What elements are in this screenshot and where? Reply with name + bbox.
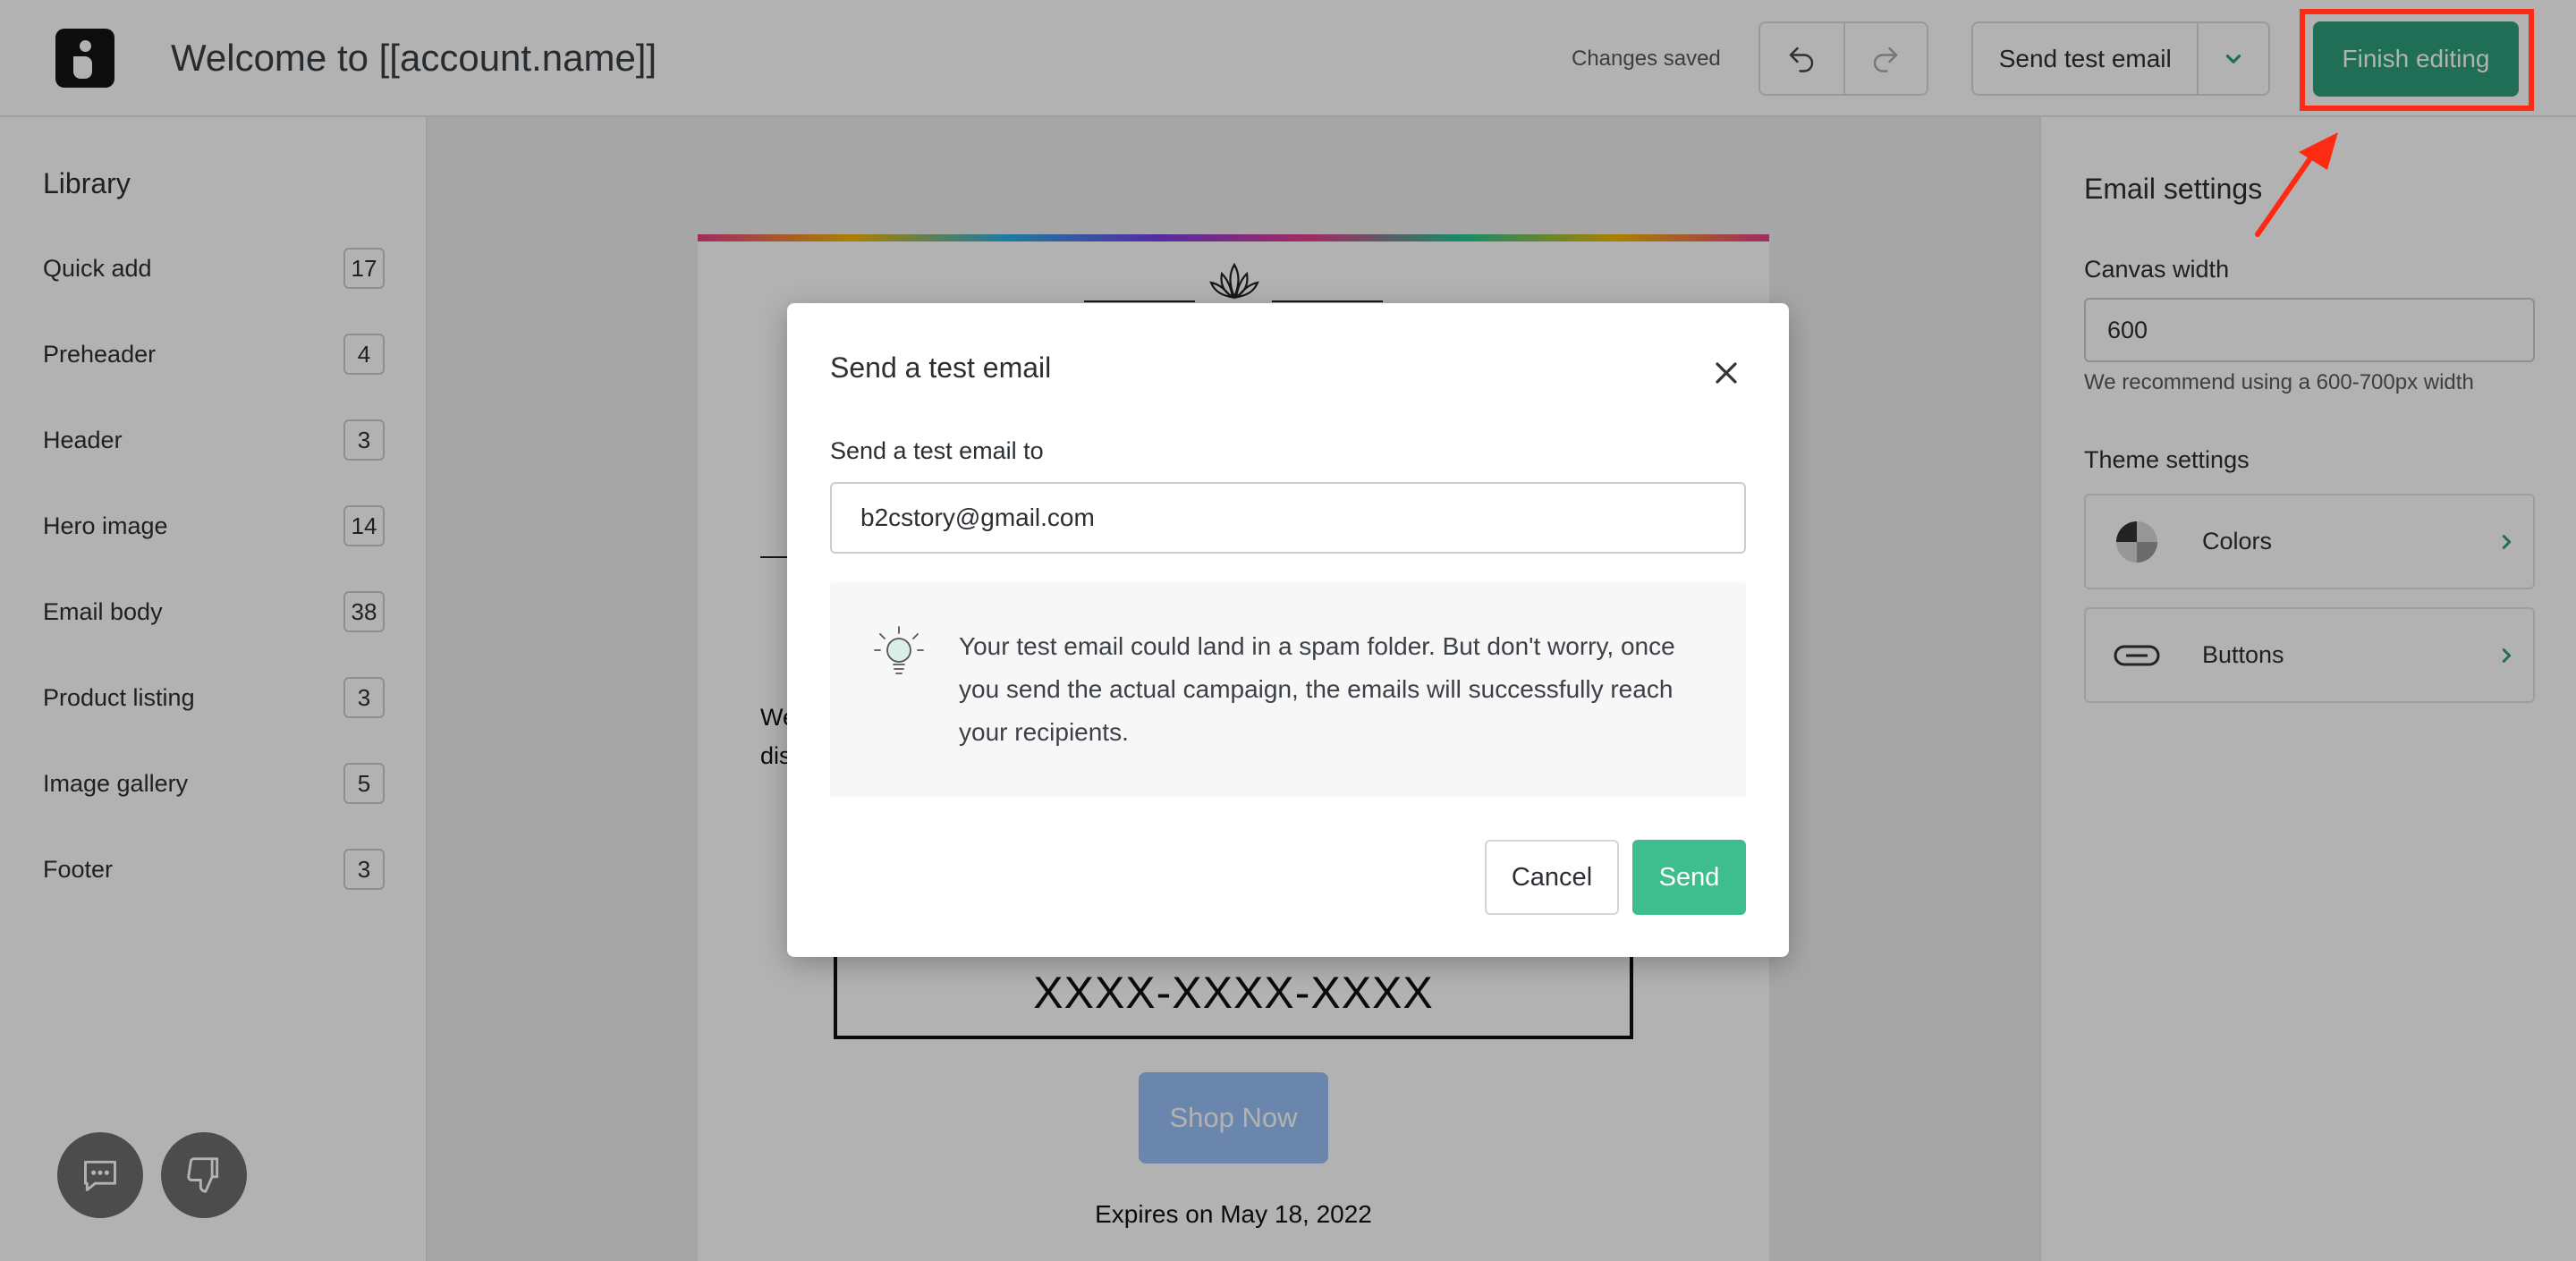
highlight-annotation — [2300, 9, 2534, 111]
send-button[interactable]: Send — [1632, 840, 1746, 915]
cancel-button[interactable]: Cancel — [1485, 840, 1619, 915]
recipient-email-input[interactable] — [830, 482, 1746, 554]
lightbulb-icon — [874, 626, 924, 674]
close-icon — [1716, 362, 1737, 384]
spam-notice-text: Your test email could land in a spam fol… — [959, 632, 1675, 746]
spam-notice: Your test email could land in a spam fol… — [830, 582, 1746, 797]
close-button[interactable] — [1708, 355, 1744, 391]
recipient-field-label: Send a test email to — [830, 437, 1044, 464]
annotation-arrow-icon — [2255, 132, 2338, 237]
modal-title: Send a test email — [830, 351, 1052, 384]
send-test-email-modal: Send a test email Send a test email to Y… — [787, 303, 1789, 957]
